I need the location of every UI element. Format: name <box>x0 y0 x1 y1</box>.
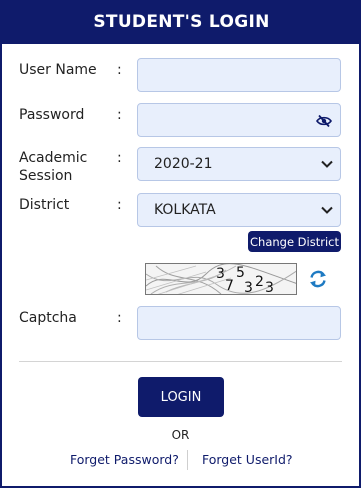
district-label: District <box>19 197 70 213</box>
svg-text:3: 3 <box>244 280 253 295</box>
password-colon: : <box>117 107 122 123</box>
session-label-line2: Session <box>19 168 73 184</box>
page-title: STUDENT'S LOGIN <box>93 12 270 32</box>
link-divider <box>187 450 188 470</box>
svg-text:5: 5 <box>236 265 245 281</box>
login-button[interactable]: LOGIN <box>138 377 224 417</box>
password-label: Password <box>19 107 85 123</box>
chevron-down-icon <box>321 206 333 214</box>
captcha-colon: : <box>117 310 122 326</box>
username-colon: : <box>117 62 122 78</box>
forget-password-link[interactable]: Forget Password? <box>70 452 179 467</box>
svg-text:3: 3 <box>265 280 274 295</box>
change-district-button[interactable]: Change District <box>248 231 341 252</box>
svg-text:2: 2 <box>255 274 264 290</box>
svg-text:7: 7 <box>225 278 234 294</box>
session-selected-value: 2020-21 <box>154 156 213 172</box>
district-colon: : <box>117 197 122 213</box>
username-label: User Name <box>19 62 97 78</box>
forgot-links: Forget Password? Forget UserId? <box>2 450 361 470</box>
password-input[interactable] <box>137 103 341 137</box>
session-label-line1: Academic <box>19 150 88 166</box>
session-colon: : <box>117 150 122 166</box>
forget-userid-link[interactable]: Forget UserId? <box>202 452 293 467</box>
refresh-icon[interactable] <box>308 269 328 289</box>
chevron-down-icon <box>321 160 333 168</box>
eye-slash-icon[interactable] <box>316 114 332 128</box>
captcha-input[interactable] <box>137 306 341 340</box>
login-card: STUDENT'S LOGIN User Name : Password : A… <box>0 0 361 488</box>
district-select[interactable]: KOLKATA <box>137 193 341 227</box>
username-input[interactable] <box>137 58 341 92</box>
captcha-image: 3 5 7 3 2 3 <box>145 263 297 295</box>
captcha-label: Captcha <box>19 310 77 326</box>
district-selected-value: KOLKATA <box>154 202 216 218</box>
or-separator: OR <box>171 428 190 442</box>
captcha-noise: 3 5 7 3 2 3 <box>146 264 296 295</box>
session-select[interactable]: 2020-21 <box>137 147 341 181</box>
divider <box>19 361 342 362</box>
svg-text:3: 3 <box>216 266 225 282</box>
login-header: STUDENT'S LOGIN <box>2 0 361 44</box>
